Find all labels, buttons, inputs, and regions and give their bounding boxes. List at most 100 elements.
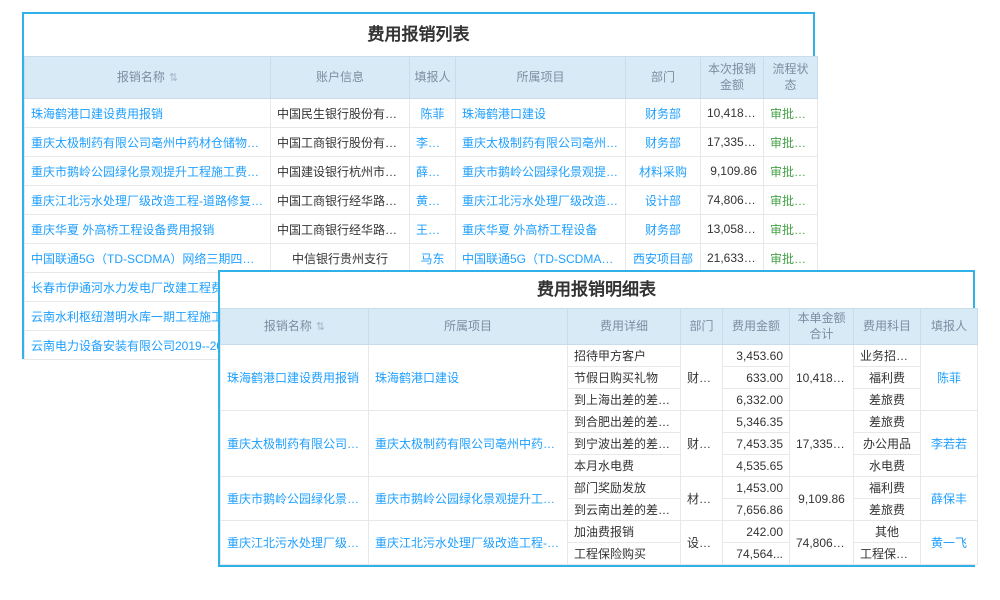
expense-detail-item: 招待甲方客户	[568, 345, 681, 367]
expense-category: 办公用品	[854, 433, 921, 455]
project-link[interactable]: 重庆华夏 外高桥工程设备	[456, 215, 626, 244]
amount: 7,656.86	[723, 499, 790, 521]
project-link[interactable]: 重庆太极制药有限公司亳州中...	[456, 128, 626, 157]
table-row: 珠海鹤港口建设费用报销珠海鹤港口建设招待甲方客户财务部3,453.6010,41…	[221, 345, 978, 367]
col-header-label: 部门	[651, 70, 675, 84]
project-link[interactable]: 重庆太极制药有限公司亳州中药材仓储物流基地项目	[369, 411, 568, 477]
amount: 74,806.00	[701, 186, 764, 215]
col-header-6: 费用科目	[854, 309, 921, 345]
col-header-label: 流程状态	[772, 62, 808, 92]
amount: 7,453.35	[723, 433, 790, 455]
reporter-link[interactable]: 黄一飞	[410, 186, 456, 215]
expense-detail-item: 工程保险购买	[568, 543, 681, 565]
table-row: 重庆太极制药有限公司亳州中药材仓储物流基地项...中国工商银行股份有限...李若…	[25, 128, 818, 157]
project-link[interactable]: 重庆市鹅岭公园绿化景观提升工程施工	[369, 477, 568, 521]
amount: 21,633.00	[701, 244, 764, 273]
expense-name-link[interactable]: 重庆市鹅岭公园绿化景观提升工程施工费用报销	[221, 477, 369, 521]
expense-name-link[interactable]: 重庆江北污水处理厂级改造工程-道路修复工程费用报销	[221, 521, 369, 565]
expense-category: 差旅费	[854, 411, 921, 433]
status-link[interactable]: 审批通过	[764, 186, 818, 215]
project-link[interactable]: 重庆市鹅岭公园绿化景观提升...	[456, 157, 626, 186]
table-row: 重庆市鹅岭公园绿化景观提升工程施工费用报销重庆市鹅岭公园绿化景观提升工程施工部门…	[221, 477, 978, 499]
col-header-label: 部门	[689, 319, 713, 333]
table-row: 重庆江北污水处理厂级改造工程-道路修复工程费用报销重庆江北污水处理厂级改造工程-…	[221, 521, 978, 543]
status-link[interactable]: 审批通过	[764, 215, 818, 244]
col-header-label: 报销名称	[264, 319, 312, 333]
project-link[interactable]: 重庆江北污水处理厂级改造工程-道路修复工程	[369, 521, 568, 565]
sort-icon[interactable]: ⇅	[316, 321, 325, 333]
amount: 10,418.60	[701, 99, 764, 128]
col-header-5: 本次报销金额	[701, 57, 764, 99]
col-header-5: 本单金额合计	[790, 309, 854, 345]
expense-name-link[interactable]: 珠海鹤港口建设费用报销	[221, 345, 369, 411]
expense-detail-item: 到合肥出差的差旅费	[568, 411, 681, 433]
expense-detail-item: 部门奖励发放	[568, 477, 681, 499]
col-header-4: 费用金额	[723, 309, 790, 345]
table-row: 重庆江北污水处理厂级改造工程-道路修复工程费用...中国工商银行经华路支行黄一飞…	[25, 186, 818, 215]
department: 材料采购	[681, 477, 723, 521]
col-header-0[interactable]: 报销名称⇅	[25, 57, 271, 99]
reporter-link[interactable]: 薛保丰	[410, 157, 456, 186]
reporter-link[interactable]: 陈菲	[921, 345, 978, 411]
table-row: 中国联通5G（TD-SCDMA）网络三期四川工程费...中信银行贵州支行马东中国…	[25, 244, 818, 273]
expense-category: 差旅费	[854, 389, 921, 411]
expense-detail-item: 到宁波出差的差旅费	[568, 433, 681, 455]
expense-name-link[interactable]: 重庆市鹅岭公园绿化景观提升工程施工费用报销	[25, 157, 271, 186]
project-link[interactable]: 珠海鹤港口建设	[456, 99, 626, 128]
expense-name-link[interactable]: 珠海鹤港口建设费用报销	[25, 99, 271, 128]
reporter-link[interactable]: 王可可	[410, 215, 456, 244]
account-info: 中国民生银行股份有限...	[271, 99, 410, 128]
expense-name-link[interactable]: 重庆江北污水处理厂级改造工程-道路修复工程费用...	[25, 186, 271, 215]
table-row: 重庆太极制药有限公司亳州中药材仓储物流基地项目费用报销重庆太极制药有限公司亳州中…	[221, 411, 978, 433]
sort-icon[interactable]: ⇅	[169, 72, 178, 84]
col-header-label: 本单金额合计	[797, 311, 845, 341]
expense-name-link[interactable]: 中国联通5G（TD-SCDMA）网络三期四川工程费...	[25, 244, 271, 273]
expense-name-link[interactable]: 重庆太极制药有限公司亳州中药材仓储物流基地项目费用报销	[221, 411, 369, 477]
table-row: 重庆市鹅岭公园绿化景观提升工程施工费用报销中国建设银行杭州市上...薛保丰重庆市…	[25, 157, 818, 186]
amount: 242.00	[723, 521, 790, 543]
reporter-link[interactable]: 薛保丰	[921, 477, 978, 521]
col-header-7: 填报人	[921, 309, 978, 345]
project-link[interactable]: 中国联通5G（TD-SCDMA）网...	[456, 244, 626, 273]
expense-detail-title: 费用报销明细表	[220, 272, 973, 308]
amount: 6,332.00	[723, 389, 790, 411]
department: 财务部	[626, 128, 701, 157]
status-link[interactable]: 审批通过	[764, 128, 818, 157]
reporter-link[interactable]: 黄一飞	[921, 521, 978, 565]
department: 设计部	[626, 186, 701, 215]
col-header-3: 所属项目	[456, 57, 626, 99]
amount: 4,535.65	[723, 455, 790, 477]
expense-detail-item: 到上海出差的差旅费	[568, 389, 681, 411]
project-link[interactable]: 珠海鹤港口建设	[369, 345, 568, 411]
total-amount: 10,418.60	[790, 345, 854, 411]
expense-list-header-row: 报销名称⇅账户信息填报人所属项目部门本次报销金额流程状态	[25, 57, 818, 99]
expense-name-link[interactable]: 重庆太极制药有限公司亳州中药材仓储物流基地项...	[25, 128, 271, 157]
col-header-1: 所属项目	[369, 309, 568, 345]
status-link[interactable]: 审批通过	[764, 157, 818, 186]
status-link[interactable]: 审批通过	[764, 99, 818, 128]
expense-detail-item: 到云南出差的差旅费	[568, 499, 681, 521]
expense-detail-header-row: 报销名称 ⇅ 所属项目 费用详细 部门 费用金额 本单金额合计费用科目填报人	[221, 309, 978, 345]
col-header-label: 所属项目	[444, 319, 492, 333]
col-header-1: 账户信息	[271, 57, 410, 99]
col-header-label: 费用详细	[600, 319, 648, 333]
department: 财务部	[681, 411, 723, 477]
account-info: 中国工商银行股份有限...	[271, 128, 410, 157]
expense-category: 业务招待费	[854, 345, 921, 367]
reporter-link[interactable]: 李若若	[921, 411, 978, 477]
project-link[interactable]: 重庆江北污水处理厂级改造工...	[456, 186, 626, 215]
account-info: 中国工商银行经华路支行	[271, 215, 410, 244]
expense-name-link[interactable]: 重庆华夏 外高桥工程设备费用报销	[25, 215, 271, 244]
status-link[interactable]: 审批通过	[764, 244, 818, 273]
account-info: 中国建设银行杭州市上...	[271, 157, 410, 186]
col-header-label: 费用金额	[732, 319, 780, 333]
reporter-link[interactable]: 马东	[410, 244, 456, 273]
col-header-0[interactable]: 报销名称 ⇅	[221, 309, 369, 345]
reporter-link[interactable]: 李若若	[410, 128, 456, 157]
col-header-6: 流程状态	[764, 57, 818, 99]
reporter-link[interactable]: 陈菲	[410, 99, 456, 128]
department: 财务部	[626, 215, 701, 244]
total-amount: 74,806.00	[790, 521, 854, 565]
amount: 74,564...	[723, 543, 790, 565]
col-header-2: 费用详细	[568, 309, 681, 345]
